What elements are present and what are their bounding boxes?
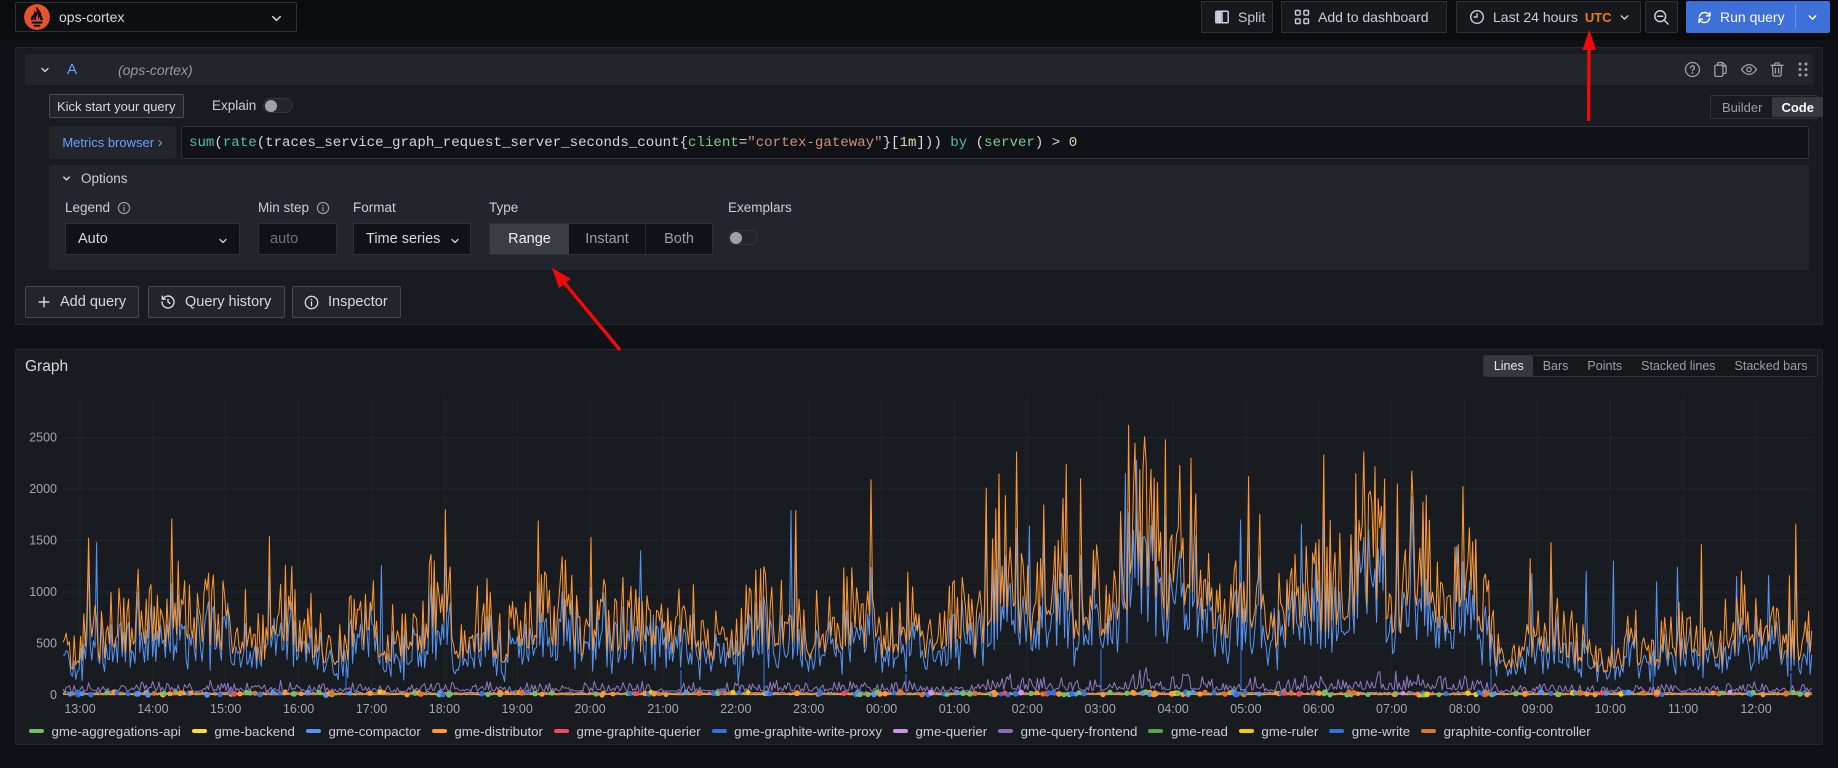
svg-text:17:00: 17:00 xyxy=(356,702,387,716)
svg-text:10:00: 10:00 xyxy=(1595,702,1626,716)
svg-text:21:00: 21:00 xyxy=(647,702,678,716)
svg-text:00:00: 00:00 xyxy=(866,702,897,716)
svg-text:18:00: 18:00 xyxy=(429,702,460,716)
svg-text:07:00: 07:00 xyxy=(1376,702,1407,716)
svg-text:04:00: 04:00 xyxy=(1157,702,1188,716)
svg-text:08:00: 08:00 xyxy=(1449,702,1480,716)
svg-text:16:00: 16:00 xyxy=(283,702,314,716)
svg-text:13:00: 13:00 xyxy=(64,702,95,716)
svg-text:500: 500 xyxy=(36,637,57,651)
svg-text:1000: 1000 xyxy=(29,585,57,599)
svg-text:06:00: 06:00 xyxy=(1303,702,1334,716)
svg-text:22:00: 22:00 xyxy=(720,702,751,716)
svg-text:2000: 2000 xyxy=(29,482,57,496)
svg-text:15:00: 15:00 xyxy=(210,702,241,716)
svg-text:14:00: 14:00 xyxy=(137,702,168,716)
svg-text:23:00: 23:00 xyxy=(793,702,824,716)
svg-text:20:00: 20:00 xyxy=(574,702,605,716)
svg-text:11:00: 11:00 xyxy=(1668,702,1698,716)
svg-text:0: 0 xyxy=(50,688,57,702)
svg-text:09:00: 09:00 xyxy=(1522,702,1553,716)
svg-text:02:00: 02:00 xyxy=(1012,702,1043,716)
svg-text:01:00: 01:00 xyxy=(939,702,970,716)
svg-text:1500: 1500 xyxy=(29,534,57,548)
svg-text:03:00: 03:00 xyxy=(1085,702,1116,716)
svg-text:2500: 2500 xyxy=(29,431,57,445)
svg-text:12:00: 12:00 xyxy=(1740,702,1771,716)
svg-text:19:00: 19:00 xyxy=(502,702,533,716)
svg-text:05:00: 05:00 xyxy=(1230,702,1261,716)
